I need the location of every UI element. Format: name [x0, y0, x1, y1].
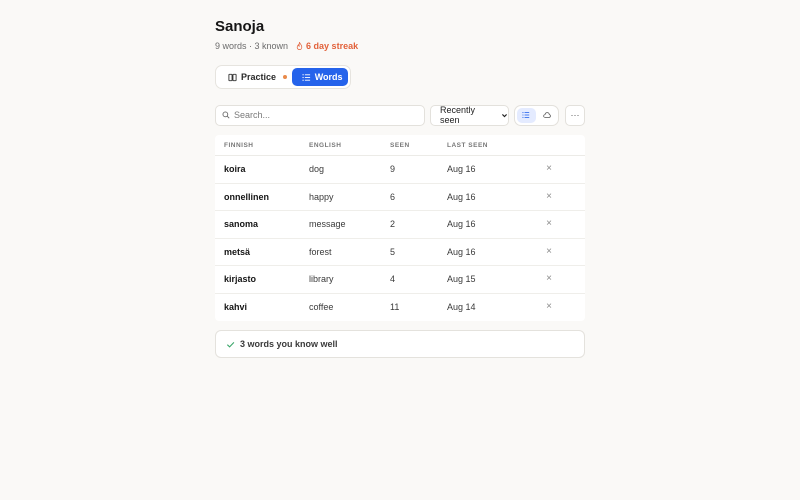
flame-icon — [296, 42, 303, 50]
column-header-finnish[interactable]: FINNISH — [215, 142, 309, 149]
last-seen-date: Aug 16 — [447, 246, 476, 257]
column-header-english[interactable]: ENGLISH — [309, 142, 390, 149]
seen-count: 5 — [390, 246, 396, 257]
list-icon — [522, 112, 530, 118]
known-words-toggle[interactable]: 3 words you know well — [215, 330, 585, 358]
tab-words[interactable]: Words — [291, 68, 348, 86]
delete-row-button[interactable]: × — [546, 302, 552, 312]
table-row[interactable]: koira dog 9 Aug 16 × — [215, 156, 585, 184]
seen-count: 2 — [390, 219, 396, 230]
english-word: message — [309, 219, 346, 230]
search-icon — [222, 111, 230, 119]
words-table: FINNISH ENGLISH SEEN LAST SEEN koira dog… — [215, 135, 585, 321]
finnish-word: koira — [224, 164, 246, 175]
tab-practice[interactable]: Practice — [218, 68, 290, 86]
delete-row-button[interactable]: × — [546, 191, 552, 202]
known-words-label: 3 words you know well — [240, 339, 338, 349]
toolbar: Recently seen ··· — [215, 104, 585, 126]
tab-words-label: Words — [314, 72, 343, 82]
sort-value: Recently seen — [440, 105, 476, 125]
check-icon — [226, 341, 235, 348]
last-seen-date: Aug 16 — [447, 219, 476, 230]
finnish-word: kirjasto — [224, 274, 257, 285]
notification-dot — [283, 75, 288, 79]
finnish-word: kahvi — [224, 302, 248, 313]
table-row[interactable]: kahvi coffee 11 Aug 14 × — [215, 294, 585, 322]
delete-row-button[interactable]: × — [546, 219, 552, 229]
list-view-button[interactable] — [517, 107, 536, 123]
last-seen-date: Aug 16 — [447, 191, 476, 202]
seen-count: 4 — [390, 274, 396, 285]
delete-row-button[interactable]: × — [546, 164, 552, 174]
word-count: 9 words · 3 known — [215, 41, 289, 51]
search-input[interactable] — [234, 110, 414, 120]
finnish-word: sanoma — [224, 219, 259, 230]
cloud-icon — [543, 112, 551, 118]
english-word: happy — [309, 191, 334, 202]
main-panel: Sanoja 9 words · 3 known 6 day streak Pr… — [215, 18, 585, 358]
view-mode-toggle — [514, 104, 559, 126]
delete-row-button[interactable]: × — [546, 274, 552, 284]
view-tabs: Practice Words — [215, 65, 351, 89]
streak-badge: 6 day streak — [296, 41, 358, 51]
english-word: dog — [309, 164, 325, 175]
search-box — [215, 104, 425, 126]
book-icon — [228, 73, 237, 81]
seen-count: 9 — [390, 164, 396, 175]
seen-count: 6 — [390, 191, 396, 202]
table-header: FINNISH ENGLISH SEEN LAST SEEN — [215, 135, 585, 156]
seen-count: 11 — [390, 302, 400, 313]
sort-select[interactable]: Recently seen — [430, 104, 509, 126]
streak-label: 6 day streak — [306, 41, 359, 51]
finnish-word: onnellinen — [224, 191, 269, 202]
column-header-seen[interactable]: SEEN — [390, 142, 447, 149]
page-title: Sanoja — [215, 18, 265, 35]
english-word: forest — [309, 246, 332, 257]
english-word: library — [309, 274, 334, 285]
english-word: coffee — [309, 302, 334, 313]
table-row[interactable]: sanoma message 2 Aug 16 × — [215, 211, 585, 239]
table-row[interactable]: metsä forest 5 Aug 16 × — [215, 239, 585, 266]
chevron-down-icon — [502, 113, 507, 117]
stats-line: 9 words · 3 known 6 day streak — [215, 40, 585, 52]
more-options-button[interactable]: ··· — [565, 104, 585, 126]
last-seen-date: Aug 15 — [447, 274, 476, 285]
column-header-last-seen[interactable]: LAST SEEN — [447, 142, 538, 149]
tab-practice-label: Practice — [241, 72, 277, 82]
delete-row-button[interactable]: × — [546, 246, 552, 257]
last-seen-date: Aug 16 — [447, 164, 476, 175]
list-icon — [302, 73, 310, 81]
cloud-view-button[interactable] — [538, 108, 557, 123]
table-row[interactable]: onnellinen happy 6 Aug 16 × — [215, 184, 585, 211]
last-seen-date: Aug 14 — [447, 302, 476, 313]
finnish-word: metsä — [224, 246, 251, 257]
table-row[interactable]: kirjasto library 4 Aug 15 × — [215, 266, 585, 294]
